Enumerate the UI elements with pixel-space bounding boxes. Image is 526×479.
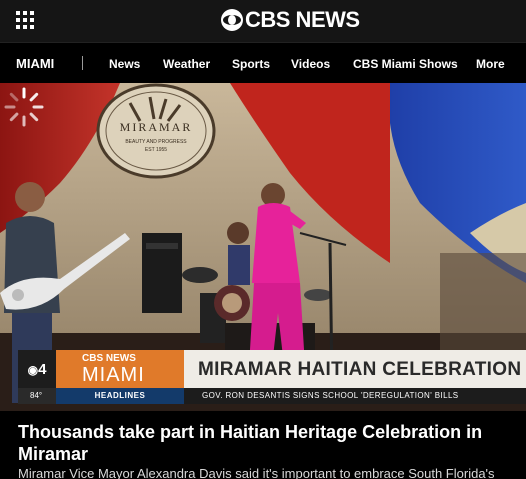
- headlines-tag: HEADLINES: [56, 388, 184, 404]
- temperature: 84°: [18, 388, 56, 404]
- nav-item-sports[interactable]: Sports: [232, 57, 270, 71]
- channel-number: ◉4: [27, 360, 47, 378]
- sign-est: EST 1955: [145, 147, 167, 153]
- grid-menu-icon[interactable]: [16, 11, 34, 29]
- lower-third-headline: MIRAMAR HAITIAN CELEBRATION: [184, 350, 526, 388]
- nav-item-more[interactable]: More: [476, 57, 505, 71]
- top-bar: CBS NEWS: [0, 0, 526, 42]
- lower-third: ◉4 CBS NEWS MIAMI MIRAMAR HAITIAN CELEBR…: [18, 350, 526, 404]
- sign-subtitle: BEAUTY AND PROGRESS: [125, 139, 187, 145]
- nav-divider: [82, 56, 83, 70]
- nav-item-videos[interactable]: Videos: [291, 57, 330, 71]
- station-brand: CBS NEWS MIAMI: [56, 350, 184, 388]
- station-brand-top: CBS NEWS: [82, 353, 136, 364]
- article-summary: Miramar Vice Mayor Alexandra Davis said …: [18, 466, 495, 479]
- nav-item-news[interactable]: News: [109, 57, 140, 71]
- logo-text: CBS NEWS: [245, 7, 360, 32]
- channel-digit: 4: [38, 360, 47, 378]
- article-title[interactable]: Thousands take part in Haitian Heritage …: [18, 421, 518, 465]
- nav-item-weather[interactable]: Weather: [163, 57, 210, 71]
- section-nav: MIAMI News Weather Sports Videos CBS Mia…: [0, 42, 526, 83]
- cbs-eye-icon: [221, 9, 243, 31]
- sign-title: MIRAMAR: [120, 120, 193, 134]
- loading-spinner-icon: [4, 87, 44, 127]
- cbs-news-logo[interactable]: CBS NEWS: [221, 7, 360, 33]
- channel-badge: ◉4: [18, 350, 56, 388]
- nav-item-cbs-miami-shows[interactable]: CBS Miami Shows: [353, 57, 458, 71]
- station-brand-bottom: MIAMI: [82, 364, 145, 386]
- news-ticker: GOV. RON DESANTIS SIGNS SCHOOL 'DEREGULA…: [184, 388, 526, 404]
- nav-section-miami[interactable]: MIAMI: [16, 56, 54, 71]
